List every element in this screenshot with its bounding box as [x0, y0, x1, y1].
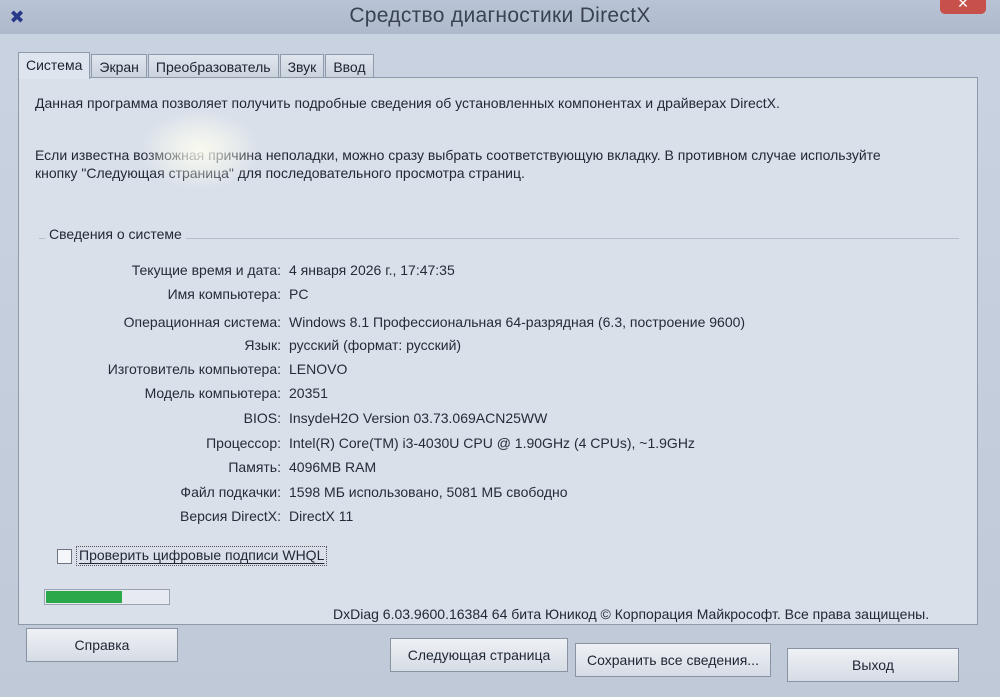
info-value: LENOVO: [289, 361, 348, 377]
info-label: Имя компьютера:: [167, 286, 281, 302]
info-row-pagefile: Файл подкачки: 1598 МБ использовано, 5081…: [59, 484, 919, 506]
intro-text-line1: Данная программа позволяет получить подр…: [35, 95, 780, 111]
tab-system[interactable]: Система: [18, 52, 91, 79]
info-label: Изготовитель компьютера:: [107, 361, 281, 377]
info-value: PC: [289, 286, 309, 302]
info-label: Память:: [228, 459, 281, 475]
info-value: 1598 МБ использовано, 5081 МБ свободно: [289, 484, 568, 500]
info-label: BIOS:: [243, 410, 281, 426]
next-page-button[interactable]: Следующая страница: [390, 638, 568, 672]
tab-sound[interactable]: Звук: [279, 54, 325, 79]
info-row-os: Операционная система: Windows 8.1 Професс…: [59, 314, 919, 336]
info-label: Версия DirectX:: [180, 508, 281, 524]
whql-checkbox-label[interactable]: Проверить цифровые подписи WHQL: [79, 547, 324, 563]
info-row-memory: Память: 4096MB RAM: [59, 459, 919, 481]
info-row-directx-version: Версия DirectX: DirectX 11: [59, 508, 919, 530]
info-row-processor: Процессор: Intel(R) Core(TM) i3-4030U CPU…: [59, 435, 919, 457]
window-title: Средство диагностики DirectX: [349, 4, 651, 27]
info-value: Windows 8.1 Профессиональная 64-разрядна…: [289, 314, 746, 330]
close-icon: ✕: [957, 0, 969, 11]
whql-checkbox-row[interactable]: Проверить цифровые подписи WHQL: [57, 546, 328, 566]
info-value: 20351: [289, 385, 328, 401]
progress-fill: [46, 591, 122, 603]
info-row-manufacturer: Изготовитель компьютера: LENOVO: [59, 361, 919, 383]
tab-display[interactable]: Экран: [91, 54, 147, 79]
whql-checkbox-focus: Проверить цифровые подписи WHQL: [76, 546, 328, 566]
close-button[interactable]: ✕: [940, 0, 986, 14]
info-value: Intel(R) Core(TM) i3-4030U CPU @ 1.90GHz…: [289, 435, 695, 451]
info-label: Текущие время и дата:: [131, 262, 281, 278]
system-info-group-label: Сведения о системе: [45, 226, 186, 242]
copyright-text: DxDiag 6.03.9600.16384 64 бита Юникод © …: [333, 606, 930, 622]
whql-checkbox[interactable]: [57, 548, 72, 564]
exit-button[interactable]: Выход: [787, 648, 959, 682]
info-label: Язык:: [244, 337, 281, 353]
info-row-model: Модель компьютера: 20351: [59, 385, 919, 407]
progress-bar: [44, 589, 170, 605]
dxdiag-window: ✖ Средство диагностики DirectX ✕ Система…: [0, 0, 1000, 697]
info-row-computer-name: Имя компьютера: PC: [59, 286, 919, 308]
info-value: 4 января 2026 г., 17:47:35: [289, 262, 455, 278]
info-label: Операционная система:: [123, 314, 281, 330]
info-value: InsydeH2O Version 03.73.069ACN25WW: [289, 410, 548, 426]
tab-render[interactable]: Преобразователь: [147, 54, 279, 79]
save-all-button[interactable]: Сохранить все сведения...: [575, 643, 771, 677]
info-row-datetime: Текущие время и дата: 4 января 2026 г., 1…: [59, 262, 919, 284]
info-value: 4096MB RAM: [289, 459, 377, 475]
tab-input[interactable]: Ввод: [325, 54, 374, 79]
info-label: Файл подкачки:: [180, 484, 281, 500]
title-bar[interactable]: ✖ Средство диагностики DirectX ✕: [0, 0, 1000, 34]
help-button[interactable]: Справка: [26, 628, 178, 662]
info-value: DirectX 11: [289, 508, 354, 524]
system-tab-panel: Данная программа позволяет получить подр…: [18, 77, 978, 625]
intro-text-line2: Если известна возможная причина неполадк…: [35, 147, 881, 163]
info-label: Модель компьютера:: [144, 385, 281, 401]
info-row-bios: BIOS: InsydeH2O Version 03.73.069ACN25WW: [59, 410, 919, 432]
tab-strip: Система Экран Преобразователь Звук Ввод: [18, 52, 375, 79]
info-label: Процессор:: [206, 435, 281, 451]
intro-text-line3: кнопку "Следующая страница" для последов…: [35, 165, 525, 181]
info-row-language: Язык: русский (формат: русский): [59, 337, 919, 359]
info-value: русский (формат: русский): [289, 337, 462, 353]
